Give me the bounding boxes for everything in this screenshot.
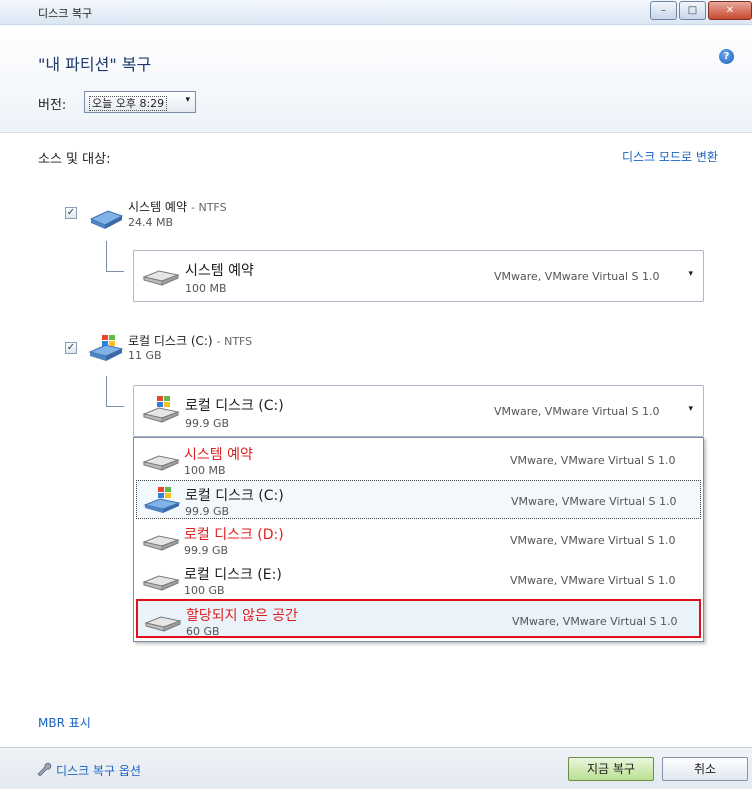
header: "내 파티션" 복구 ? 버전: 오늘 오후 8:29 ▾	[0, 25, 752, 133]
target-device: VMware, VMware Virtual S 1.0	[494, 405, 660, 418]
option-size: 99.9 GB	[185, 505, 230, 518]
chevron-down-icon: ▾	[688, 269, 693, 279]
target-select-system-reserved[interactable]: 시스템 예약 100 MB VMware, VMware Virtual S 1…	[133, 250, 704, 302]
option-size: 60 GB	[186, 625, 220, 638]
minimize-button[interactable]: –	[650, 1, 677, 20]
section-label: 소스 및 대상:	[38, 152, 111, 167]
restore-now-button[interactable]: 지금 복구	[568, 757, 654, 781]
dropdown-option-system-reserved[interactable]: 시스템 예약 100 MB VMware, VMware Virtual S 1…	[136, 440, 701, 479]
target-name: 시스템 예약	[185, 263, 254, 279]
source-checkbox-system-reserved[interactable]: ✓	[65, 207, 77, 219]
option-device: VMware, VMware Virtual S 1.0	[510, 534, 676, 547]
hard-drive-icon	[142, 575, 180, 591]
option-device: VMware, VMware Virtual S 1.0	[512, 615, 678, 628]
source-size: 11 GB	[128, 349, 162, 362]
connector-line	[106, 241, 124, 272]
dropdown-option-local-disk-c[interactable]: 로컬 디스크 (C:) 99.9 GB VMware, VMware Virtu…	[136, 480, 701, 519]
option-size: 100 MB	[184, 464, 226, 477]
option-name: 로컬 디스크 (D:)	[184, 527, 284, 543]
source-name: 시스템 예약 - NTFS	[128, 198, 227, 215]
hard-drive-icon	[142, 535, 180, 551]
version-value: 오늘 오후 8:29	[89, 96, 168, 111]
window-title: 디스크 복구	[38, 7, 93, 20]
show-mbr-link[interactable]: MBR 표시	[38, 714, 91, 731]
close-button[interactable]: ✕	[708, 1, 752, 20]
hard-drive-icon	[144, 616, 182, 632]
dropdown-option-unallocated-space[interactable]: 할당되지 않은 공간 60 GB VMware, VMware Virtual …	[136, 599, 701, 638]
source-name: 로컬 디스크 (C:) - NTFS	[128, 332, 252, 349]
target-size: 100 MB	[185, 282, 227, 295]
target-name: 로컬 디스크 (C:)	[185, 398, 284, 414]
wrench-icon	[37, 762, 52, 776]
chevron-down-icon: ▾	[688, 404, 693, 414]
cancel-button[interactable]: 취소	[662, 757, 748, 781]
option-size: 99.9 GB	[184, 544, 229, 557]
chevron-down-icon: ▾	[185, 95, 190, 105]
source-fs: - NTFS	[216, 335, 253, 348]
option-name: 로컬 디스크 (E:)	[184, 567, 282, 583]
source-checkbox-local-disk-c[interactable]: ✓	[65, 342, 77, 354]
maximize-button[interactable]: □	[679, 1, 706, 20]
source-name-text: 시스템 예약	[128, 200, 188, 214]
hard-drive-icon	[142, 455, 180, 471]
windows-disk-icon	[88, 335, 124, 361]
source-size: 24.4 MB	[128, 216, 174, 229]
option-device: VMware, VMware Virtual S 1.0	[510, 454, 676, 467]
option-name: 시스템 예약	[184, 447, 253, 463]
page-title: "내 파티션" 복구	[38, 55, 152, 74]
target-select-local-disk-c[interactable]: 로컬 디스크 (C:) 99.9 GB VMware, VMware Virtu…	[133, 385, 704, 437]
option-size: 100 GB	[184, 584, 225, 597]
windows-disk-icon	[143, 487, 181, 513]
dropdown-option-local-disk-e[interactable]: 로컬 디스크 (E:) 100 GB VMware, VMware Virtua…	[136, 560, 701, 599]
connector-line	[106, 376, 124, 407]
source-fs: - NTFS	[191, 201, 227, 214]
footer: 디스크 복구 옵션 지금 복구 취소	[0, 747, 752, 789]
option-device: VMware, VMware Virtual S 1.0	[511, 495, 677, 508]
windows-disk-icon	[142, 396, 180, 423]
window-controls: – □ ✕	[648, 1, 752, 20]
version-select[interactable]: 오늘 오후 8:29 ▾	[84, 91, 196, 113]
option-name: 할당되지 않은 공간	[186, 608, 298, 624]
disk-mode-link[interactable]: 디스크 모드로 변환	[622, 148, 718, 165]
version-label: 버전:	[38, 98, 67, 113]
option-name: 로컬 디스크 (C:)	[185, 488, 284, 504]
disk-drive-icon	[89, 210, 124, 229]
option-device: VMware, VMware Virtual S 1.0	[510, 574, 676, 587]
source-name-text: 로컬 디스크 (C:)	[128, 334, 213, 348]
target-size: 99.9 GB	[185, 417, 230, 430]
hard-drive-icon	[142, 270, 180, 286]
dropdown-option-local-disk-d[interactable]: 로컬 디스크 (D:) 99.9 GB VMware, VMware Virtu…	[136, 520, 701, 559]
title-bar: 디스크 복구 – □ ✕	[0, 0, 752, 25]
restore-options-link[interactable]: 디스크 복구 옵션	[56, 762, 141, 779]
target-device: VMware, VMware Virtual S 1.0	[494, 270, 660, 283]
target-dropdown-list: 시스템 예약 100 MB VMware, VMware Virtual S 1…	[133, 437, 704, 642]
help-icon[interactable]: ?	[719, 49, 734, 64]
